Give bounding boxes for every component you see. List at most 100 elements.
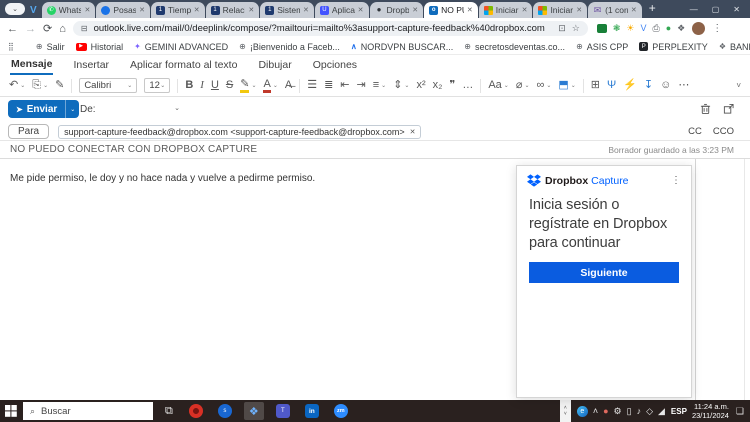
body-text[interactable]: Me pide permiso, le doy y no hace nada y… [10,173,315,184]
ext-printer-icon[interactable]: ⎙ [653,24,660,33]
paste-icon[interactable]: ⎘ ⌄ [32,80,48,91]
back-button[interactable]: ← [7,23,18,35]
dictate-icon[interactable]: Ψ [607,80,616,91]
url-text[interactable]: outlook.live.com/mail/0/deeplink/compose… [94,23,553,34]
settings-gear-icon[interactable]: ⚙ [614,406,622,416]
next-button[interactable]: Siguiente [529,262,679,283]
highlight-icon[interactable]: ✎ ⌄ [240,78,256,93]
send-options-caret[interactable]: ⌄ [65,100,80,118]
subscript-icon[interactable]: x₂ [433,80,443,91]
clear-formatting-icon[interactable]: A̶ [285,80,292,91]
notification-center-icon[interactable]: ❏ [732,406,750,417]
font-family-combo[interactable]: Calibri ⌄ [79,78,138,93]
undo-icon[interactable]: ↶ ⌄ [9,80,25,91]
scroll-down-icon[interactable]: ˅ [564,411,567,417]
bookmark-item[interactable]: ⊕ ¡Bienvenido a Faceb... [239,42,340,52]
browser-menu-icon[interactable]: ⋮ [712,23,722,34]
recipient-chip[interactable]: support-capture-feedback@dropbox.com <su… [58,124,422,139]
dialog-menu-icon[interactable]: ⋮ [671,175,681,186]
emoji-icon[interactable]: ☺ [660,80,671,91]
ribbon-tab-dibujar[interactable]: Dibujar [257,56,292,74]
zoom-app[interactable]: zm [331,402,351,420]
taskbar-search[interactable]: ⌕ Buscar [23,402,153,420]
tab-close-icon[interactable]: ✕ [576,6,582,14]
forward-button[interactable]: → [25,23,36,35]
font-color-icon[interactable]: A ⌄ [263,78,278,93]
tab-close-icon[interactable]: ✕ [139,6,145,14]
superscript-icon[interactable]: x² [416,80,425,91]
maximize-button[interactable]: ▢ [712,5,720,14]
tab-close-icon[interactable]: ✕ [467,6,473,14]
down-arrow-icon[interactable]: ↧ [644,80,653,91]
ext-sun-icon[interactable]: ☀ [626,24,634,33]
tray-red-icon[interactable]: ● [603,406,608,416]
ribbon-tab-insertar[interactable]: Insertar [72,56,110,74]
ribbon-tab-opciones[interactable]: Opciones [312,56,358,74]
browser-tab[interactable]: UAplicac...✕ [314,2,369,18]
language-indicator[interactable]: ESP [669,407,689,416]
tab-close-icon[interactable]: ✕ [412,6,418,14]
bookmark-item[interactable]: ∧ NORDVPN BUSCAR... [351,42,453,52]
font-size-combo[interactable]: 12 ⌄ [144,78,171,93]
tray-scrollbar[interactable]: ˄ ˅ [559,400,571,422]
tab-close-icon[interactable]: ✕ [631,6,637,14]
remove-recipient-icon[interactable]: ✕ [410,128,416,136]
profile-avatar[interactable] [692,22,706,35]
ribbon-tab-mensaje[interactable]: Mensaje [10,55,54,75]
battery-icon[interactable]: ▯ [627,406,632,416]
tab-close-icon[interactable]: ✕ [303,6,309,14]
strikethrough-icon[interactable]: S [226,80,233,91]
linkedin-app[interactable]: in [302,402,322,420]
app-blue[interactable]: s [215,402,235,420]
send-to-device-icon[interactable]: ⊡ [558,23,566,34]
browser-tab[interactable]: ✉(1 corre...✕ [588,2,642,18]
ribbon-tab-aplicar-formato-al-texto[interactable]: Aplicar formato al texto [129,56,238,74]
styles-icon[interactable]: Aa ⌄ [488,80,509,91]
table-icon[interactable]: ⊞ [591,80,600,91]
ext-green-dot-icon[interactable]: ● [666,24,671,33]
network-icon[interactable]: ◢ [658,406,665,416]
cc-button[interactable]: CC [688,126,702,137]
dropbox-tray-icon[interactable]: ◇ [646,406,653,416]
discard-trash-icon[interactable] [700,103,711,115]
more-options-icon[interactable]: ⋯ [678,80,689,91]
browser-tab[interactable]: 1Tiempo...✕ [150,2,205,18]
extensions-puzzle-icon[interactable]: ❖ [677,24,685,33]
decrease-indent-icon[interactable]: ⇤ [340,80,349,91]
bookmark-item[interactable]: ▶ Historial [75,42,123,52]
increase-indent-icon[interactable]: ⇥ [357,80,366,91]
browser-tab[interactable]: Posasist...✕ [96,2,150,18]
folder-icon[interactable]: ⬒ ⌄ [558,80,575,91]
link-icon[interactable]: ∞ ⌄ [536,80,551,91]
send-button-main[interactable]: ➤ Enviar [8,100,66,118]
numbered-list-icon[interactable]: ≣ [324,80,333,91]
underline-icon[interactable]: U [211,80,219,91]
close-button[interactable]: ✕ [733,5,740,14]
from-field[interactable]: De: ⌄ [80,104,180,115]
new-tab-button[interactable]: + [649,1,656,15]
browser-tab[interactable]: ✆WhatsA...✕ [41,2,96,18]
teams-app[interactable]: T [273,402,293,420]
tab-close-icon[interactable]: ✕ [522,6,528,14]
more-formatting-icon[interactable]: … [462,80,473,91]
home-button[interactable]: ⌂ [59,23,66,35]
subject-input[interactable]: NO PUEDO CONECTAR CON DROPBOX CAPTURE [10,144,257,155]
ext-green-box-icon[interactable] [596,24,607,33]
browser-tab[interactable]: Iniciar s...✕ [478,2,533,18]
hidden-icons-chevron[interactable]: ˄ [593,406,598,416]
url-field[interactable]: ⊟ outlook.live.com/mail/0/deeplink/compo… [72,21,588,36]
quote-icon[interactable]: ❞ [449,80,455,91]
bookmark-item[interactable]: ✦ GEMINI ADVANCED [134,42,228,52]
tab-close-icon[interactable]: ✕ [194,6,200,14]
site-info-icon[interactable]: ⊟ [81,24,88,33]
app-red[interactable] [186,402,206,420]
cco-button[interactable]: CCO [713,126,734,137]
edge-tray-icon[interactable]: e [576,405,588,417]
format-painter-icon[interactable]: ✎ [55,80,64,91]
task-view-icon[interactable]: ⧉ [165,405,173,418]
bookmark-star-icon[interactable]: ☆ [572,23,580,34]
browser-tab[interactable]: oNO PUE...✕ [424,2,478,18]
reload-button[interactable]: ⟳ [43,22,52,35]
start-button[interactable] [5,405,17,417]
tab-close-icon[interactable]: ✕ [84,6,90,14]
